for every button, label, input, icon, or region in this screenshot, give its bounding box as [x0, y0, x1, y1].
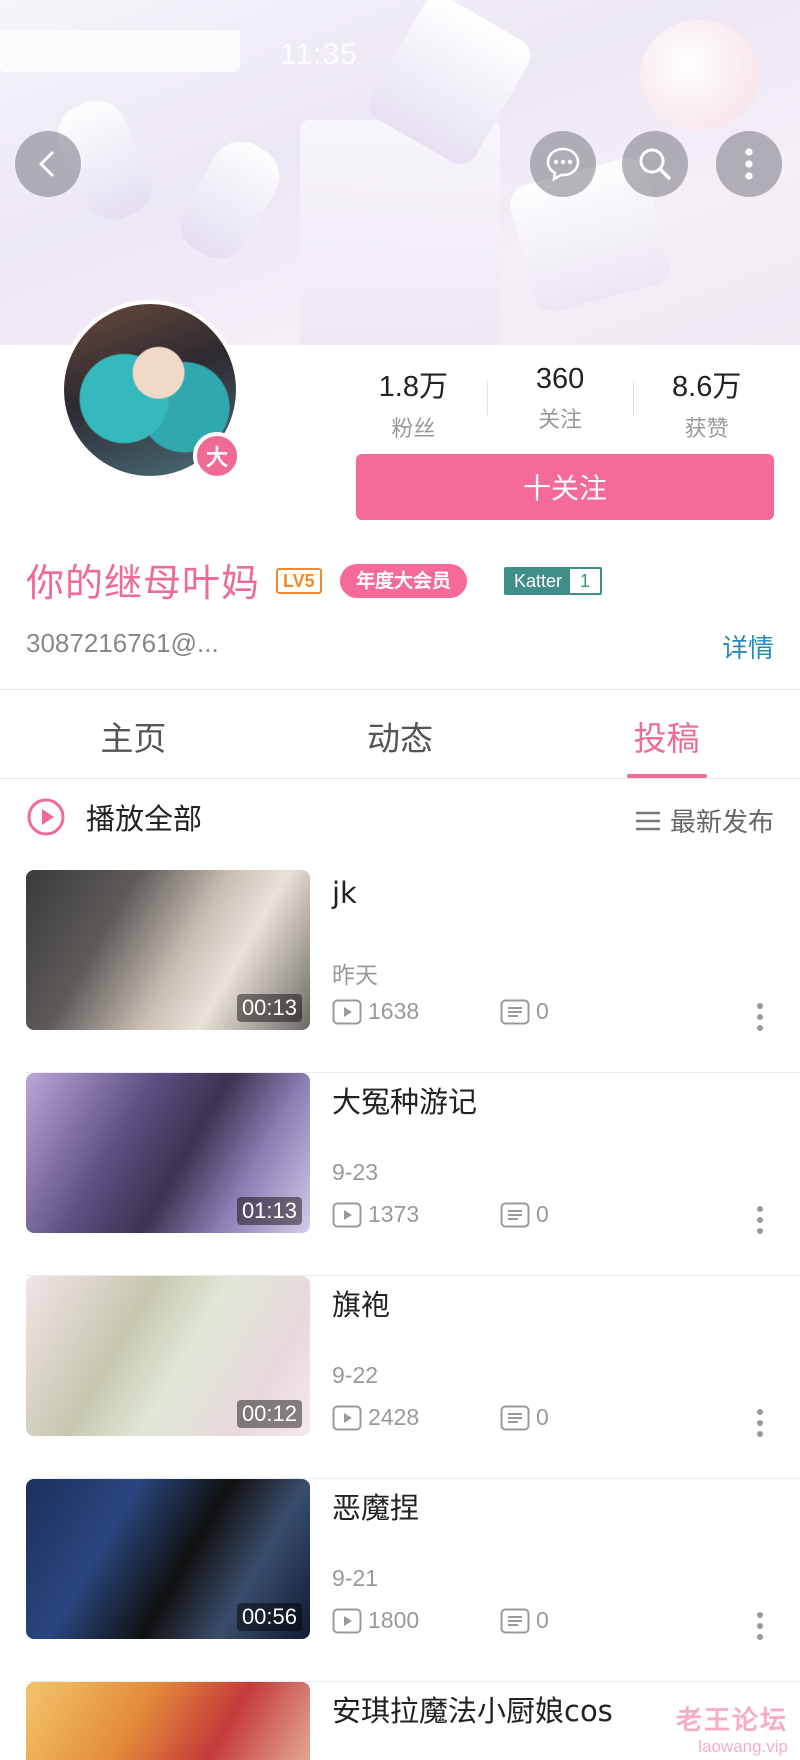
- profile-tabs: 主页 动态 投稿: [0, 690, 800, 778]
- more-vertical-icon[interactable]: [752, 1406, 768, 1440]
- divider: [0, 778, 800, 779]
- more-vertical-icon[interactable]: [752, 1203, 768, 1237]
- avatar-badge: 大: [193, 432, 241, 480]
- play-count-icon: [332, 1608, 362, 1633]
- banner-decoration: [0, 30, 240, 72]
- chevron-left-icon: [39, 151, 54, 177]
- fan-medal-badge[interactable]: Katter 1: [504, 567, 603, 595]
- profile-stats: 1.8万 粉丝 360 关注 8.6万 获赞: [340, 363, 780, 442]
- banner-decoration: [169, 130, 291, 270]
- message-button[interactable]: [530, 131, 596, 197]
- status-bar-time: 11:35: [280, 38, 358, 71]
- comment-count: 0: [536, 998, 549, 1024]
- follow-button[interactable]: 十关注: [356, 454, 774, 520]
- level-badge: LV5: [276, 568, 322, 594]
- video-thumbnail[interactable]: [26, 1682, 310, 1760]
- play-count: 2428: [368, 1404, 420, 1430]
- video-item[interactable]: 00:56 恶魔捏 9-21 1800 0: [0, 1479, 800, 1682]
- back-button[interactable]: [15, 131, 81, 197]
- video-duration: 00:56: [236, 1603, 302, 1631]
- stat-label: 获赞: [684, 417, 729, 442]
- play-count-icon: [332, 999, 362, 1024]
- comment-count: 0: [536, 1607, 549, 1633]
- video-item[interactable]: 01:13 大冤种游记 9-23 1373 0: [0, 1073, 800, 1276]
- video-date: 9-21: [332, 1565, 379, 1591]
- comment-count-icon: [500, 999, 530, 1024]
- comment-count-icon: [500, 1608, 530, 1633]
- video-comments: 0: [500, 1607, 549, 1634]
- comment-count: 0: [536, 1404, 549, 1430]
- video-thumbnail[interactable]: 01:13: [26, 1073, 310, 1233]
- tab-home[interactable]: 主页: [0, 690, 267, 778]
- video-date: 9-22: [332, 1362, 379, 1388]
- search-icon: [639, 148, 671, 180]
- video-comments: 0: [500, 998, 549, 1025]
- watermark-text: 老王论坛: [675, 1706, 788, 1736]
- video-thumbnail[interactable]: 00:56: [26, 1479, 310, 1639]
- list-icon: [635, 811, 660, 830]
- tab-submissions[interactable]: 投稿: [533, 690, 800, 778]
- video-plays: 1638: [332, 998, 419, 1025]
- more-vertical-icon[interactable]: [752, 1609, 768, 1643]
- stat-value: 360: [535, 363, 585, 395]
- video-title[interactable]: 大冤种游记: [332, 1079, 477, 1121]
- stat-fans[interactable]: 1.8万 粉丝: [340, 363, 487, 442]
- video-comments: 0: [500, 1404, 549, 1431]
- fan-medal-level: 1: [570, 569, 601, 593]
- video-date: 9-23: [332, 1159, 379, 1185]
- video-comments: 0: [500, 1201, 549, 1228]
- profile-banner: 11:35: [0, 0, 800, 345]
- video-title[interactable]: 恶魔捏: [332, 1485, 419, 1527]
- chat-bubble-icon: [546, 147, 580, 182]
- stat-label: 粉丝: [391, 417, 436, 442]
- video-duration: 00:13: [236, 994, 302, 1022]
- comment-count-icon: [500, 1202, 530, 1227]
- video-date: 昨天: [332, 962, 378, 988]
- comment-count-icon: [500, 1405, 530, 1430]
- watermark: 老王论坛 laowang.vip: [676, 1700, 788, 1757]
- video-duration: 01:13: [236, 1197, 302, 1225]
- video-title[interactable]: 安琪拉魔法小厨娘cos: [332, 1688, 613, 1730]
- stat-following[interactable]: 360 关注: [486, 363, 634, 435]
- play-count: 1638: [368, 998, 420, 1024]
- video-plays: 1373: [332, 1201, 419, 1228]
- username: 你的继母叶妈: [26, 561, 261, 605]
- stat-label: 关注: [538, 408, 583, 433]
- play-count: 1800: [368, 1607, 420, 1633]
- play-count: 1373: [368, 1201, 420, 1227]
- comment-count: 0: [536, 1201, 549, 1227]
- play-all-label: 播放全部: [86, 802, 203, 836]
- search-button[interactable]: [622, 131, 688, 197]
- sort-button[interactable]: 最新发布: [635, 802, 774, 839]
- fan-medal-name: Katter: [506, 569, 571, 593]
- video-item[interactable]: 00:12 旗袍 9-22 2428 0: [0, 1276, 800, 1479]
- sort-label: 最新发布: [669, 808, 774, 838]
- details-link[interactable]: 详情: [722, 628, 774, 665]
- play-count-icon: [332, 1202, 362, 1227]
- banner-decoration: [640, 20, 760, 130]
- play-count-icon: [332, 1405, 362, 1430]
- stat-value: 8.6万: [672, 371, 742, 403]
- more-options-button[interactable]: [716, 131, 782, 197]
- video-duration: 00:12: [236, 1400, 302, 1428]
- user-id: 3087216761@...: [26, 628, 219, 658]
- stat-likes[interactable]: 8.6万 获赞: [633, 363, 780, 442]
- more-vertical-icon[interactable]: [752, 1000, 768, 1034]
- video-plays: 2428: [332, 1404, 419, 1431]
- video-title[interactable]: jk: [332, 876, 357, 910]
- video-thumbnail[interactable]: 00:12: [26, 1276, 310, 1436]
- video-item[interactable]: 00:13 jk 昨天 1638 0: [0, 870, 800, 1073]
- tab-dynamics[interactable]: 动态: [267, 690, 534, 778]
- more-vertical-icon: [745, 148, 753, 180]
- play-circle-icon: [27, 798, 65, 836]
- video-title[interactable]: 旗袍: [332, 1282, 390, 1324]
- video-thumbnail[interactable]: 00:13: [26, 870, 310, 1030]
- vip-badge[interactable]: 年度大会员: [340, 564, 468, 598]
- stat-value: 1.8万: [378, 371, 448, 403]
- play-all-button[interactable]: 播放全部: [26, 796, 202, 838]
- watermark-url: laowang.vip: [698, 1737, 788, 1756]
- video-plays: 1800: [332, 1607, 419, 1634]
